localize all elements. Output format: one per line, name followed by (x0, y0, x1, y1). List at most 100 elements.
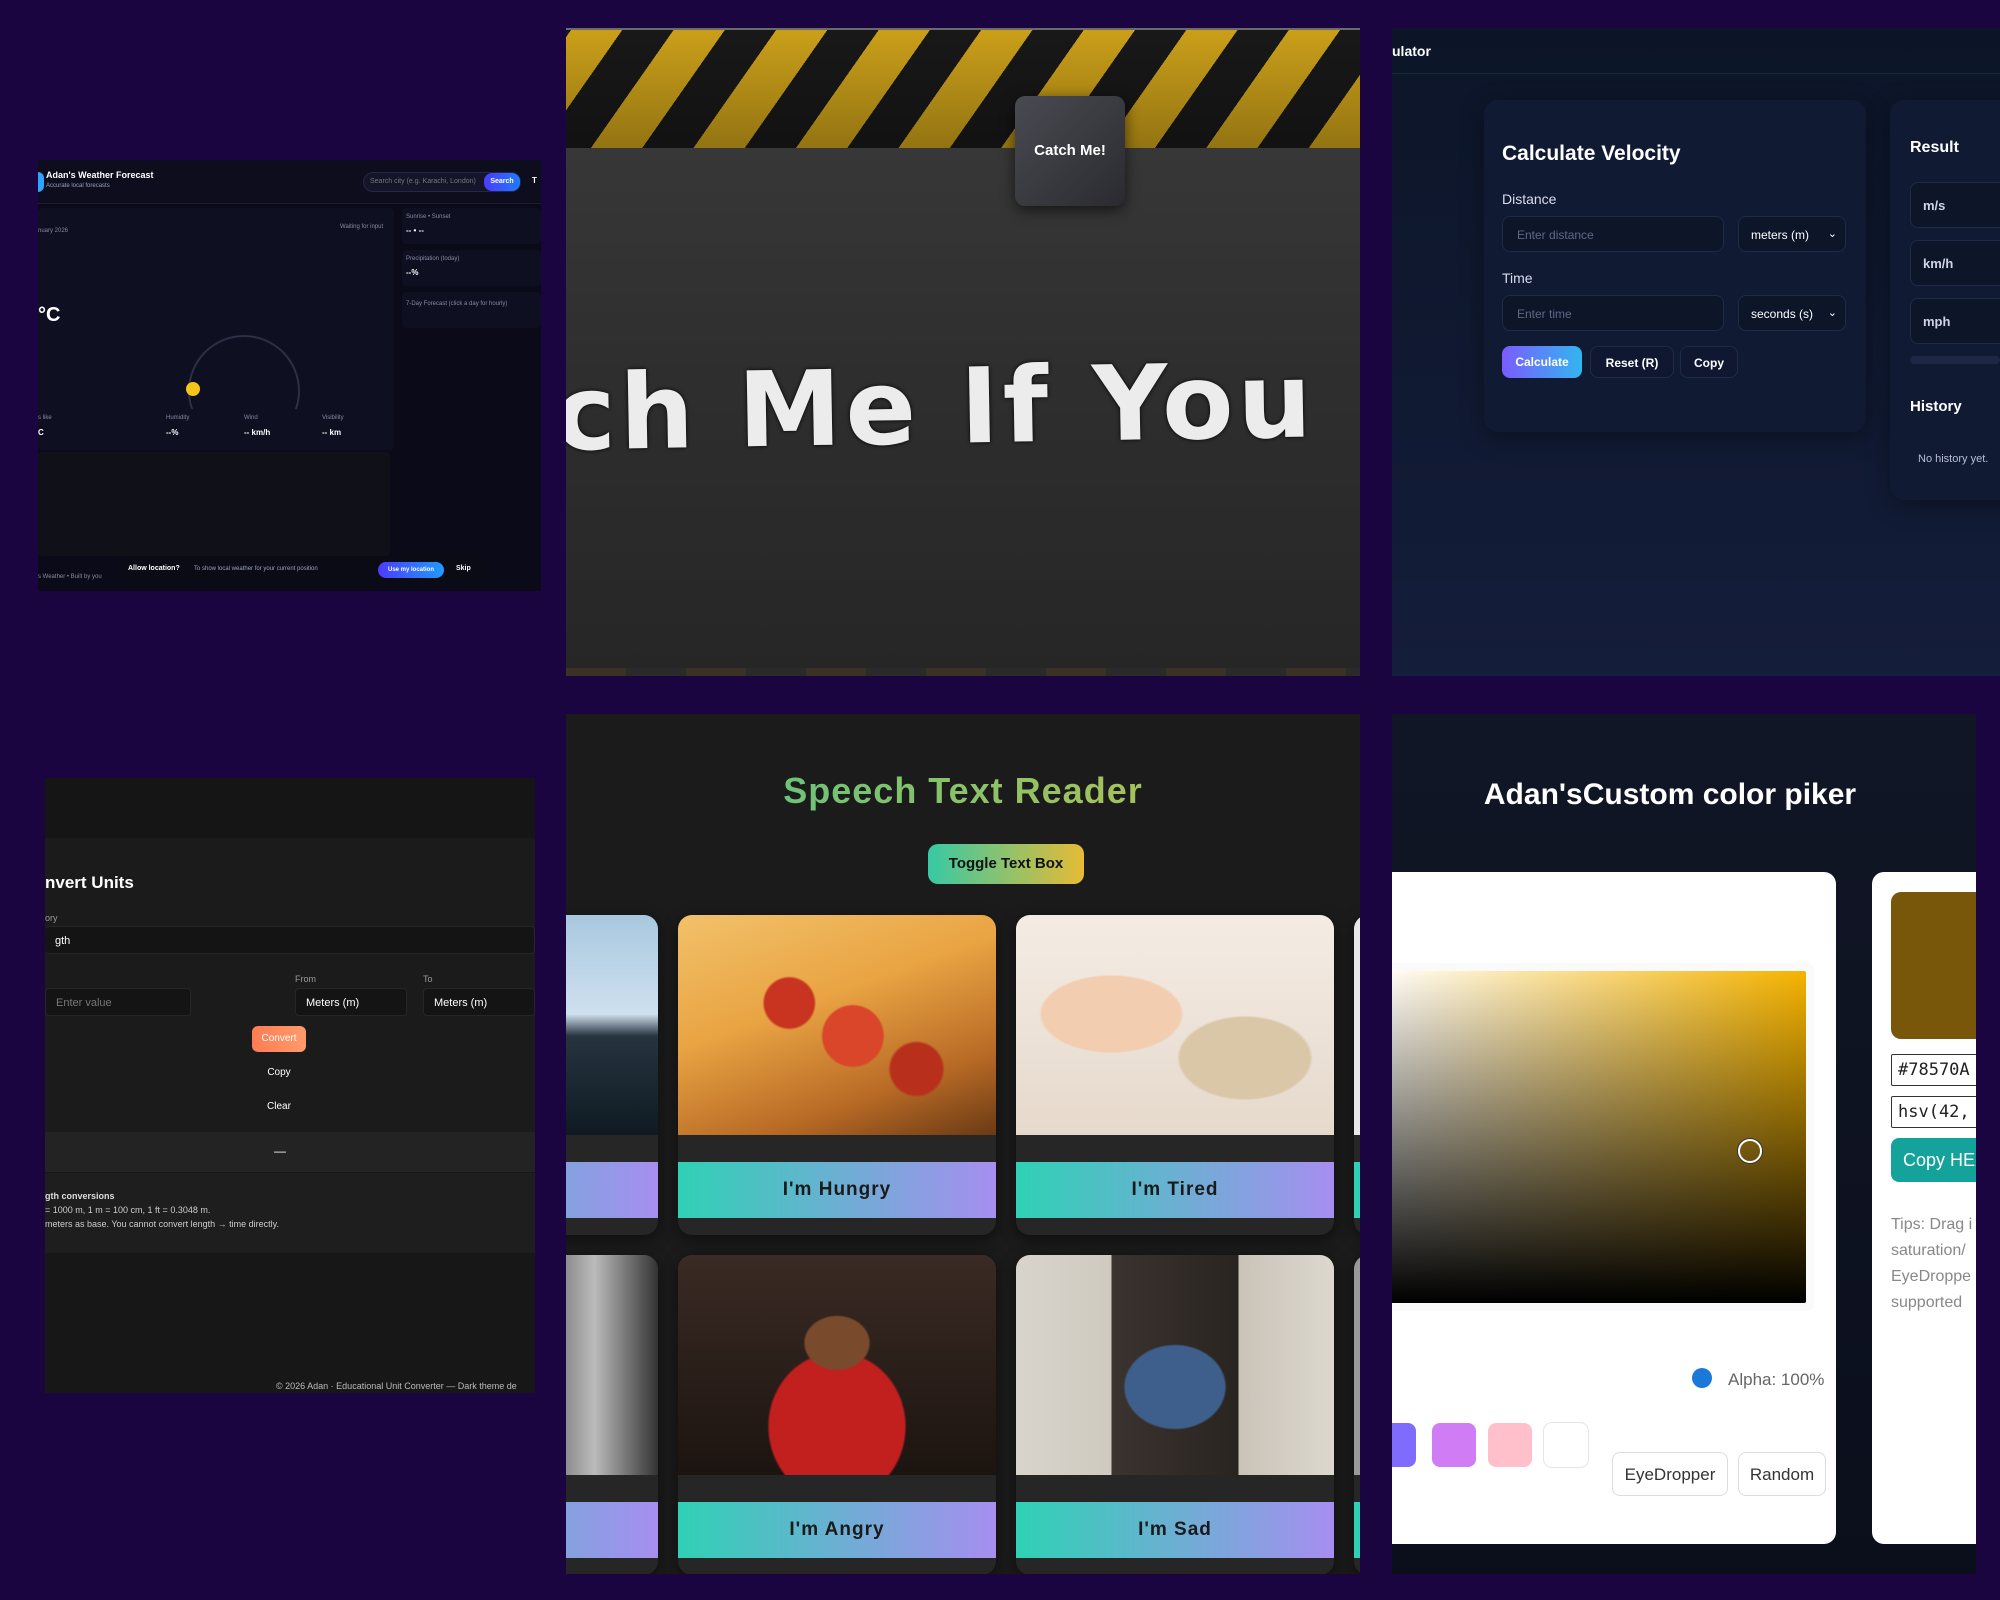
swatch-white[interactable] (1544, 1423, 1588, 1467)
speech-card-tired[interactable]: I'm Tired (1016, 915, 1334, 1235)
sleeping-child-image (1016, 915, 1334, 1135)
result-kmh: km/h (1910, 240, 2000, 286)
category-select[interactable]: gth (45, 926, 535, 954)
card-image (566, 1255, 658, 1475)
hourly-area (38, 452, 390, 556)
forecast-label: 7-Day Forecast (click a day for hourly) (406, 301, 508, 307)
color-picker-panel: Adan'sCustom color piker Alpha: 100% Eye… (1392, 714, 1976, 1574)
weather-header: Adan's Weather Forecast Accurate local f… (38, 160, 541, 204)
card-label: I'm Tired (1016, 1162, 1334, 1218)
bottom-stripe (566, 668, 1360, 676)
use-location-button[interactable]: Use my location (378, 562, 444, 578)
distance-unit-value: meters (m) (1751, 228, 1809, 242)
speech-card-hungry[interactable]: I'm Hungry (678, 915, 996, 1235)
result-mph: mph (1910, 298, 2000, 344)
color-preview (1891, 892, 1976, 1039)
eyedropper-button[interactable]: EyeDropper (1612, 1452, 1728, 1496)
hsv-input[interactable]: hsv(42, 92 (1891, 1096, 1976, 1128)
hex-input[interactable]: #78570A (1891, 1054, 1976, 1086)
forecast-card[interactable]: 7-Day Forecast (click a day for hourly) (402, 292, 541, 328)
time-label: Time (1502, 270, 1533, 286)
converter-footer: © 2026 Adan · Educational Unit Converter… (276, 1381, 517, 1391)
metric-value: C (38, 428, 44, 437)
to-label: To (423, 974, 433, 984)
skip-button[interactable]: Skip (456, 565, 471, 572)
speech-card-sad[interactable]: I'm Sad (1016, 1255, 1334, 1574)
metric-label: Visibility (322, 415, 344, 421)
from-unit-select[interactable]: Meters (m) (295, 988, 407, 1016)
copy-button[interactable]: Copy (1680, 346, 1738, 378)
speech-card-partial-right[interactable] (1354, 915, 1360, 1235)
metric-label: s like (38, 415, 52, 421)
metric-value: --% (166, 428, 179, 437)
time-input[interactable]: Enter time (1502, 295, 1724, 331)
speech-card-partial-right[interactable] (1354, 1255, 1360, 1574)
metric-label: Humidity (166, 415, 190, 421)
sunrise-value: -- • -- (406, 226, 424, 235)
toggle-text-box-button[interactable]: Toggle Text Box (928, 844, 1084, 884)
distance-unit-select[interactable]: meters (m) ⌄ (1738, 216, 1846, 252)
to-unit-value: Meters (m) (434, 997, 488, 1009)
velocity-topbar: ulator (1392, 28, 2000, 74)
metric-humidity: Humidity --% (161, 409, 235, 445)
card-label: I'm Sad (1016, 1502, 1334, 1558)
precip-card: Precipitation (today) --% (402, 250, 541, 286)
result-bar: — (45, 1132, 535, 1172)
speech-reader-panel: Speech Text Reader Toggle Text Box I'm H… (566, 714, 1360, 1574)
notes-line-1: = 1000 m, 1 m = 100 cm, 1 ft = 0.3048 m. (45, 1205, 211, 1215)
saturation-value-area[interactable] (1392, 971, 1806, 1303)
picker-knob[interactable] (1738, 1139, 1762, 1163)
weather-subtitle: Accurate local forecasts (46, 183, 110, 189)
catch-headline: ch Me If You (566, 339, 1317, 475)
value-input[interactable]: Enter value (45, 988, 191, 1016)
time-unit-value: seconds (s) (1751, 307, 1814, 321)
to-unit-select[interactable]: Meters (m) (423, 988, 535, 1016)
header-extra-label[interactable]: T (532, 176, 537, 185)
copy-button[interactable]: Copy (252, 1062, 306, 1084)
random-button[interactable]: Random (1738, 1452, 1826, 1496)
notes-line-2: meters as base. You cannot convert lengt… (45, 1219, 279, 1229)
velocity-calculator-panel: ulator Calculate Velocity Distance Enter… (1392, 28, 2000, 676)
copy-hex-button[interactable]: Copy HEX (1891, 1138, 1976, 1182)
sunrise-label: Sunrise • Sunset (406, 214, 451, 220)
card-label-partial (566, 1162, 658, 1218)
reset-button[interactable]: Reset (R) (1590, 346, 1674, 378)
sun-icon (186, 382, 200, 396)
result-divider (1910, 356, 2000, 364)
temperature-value: °C (38, 304, 61, 326)
catch-me-game-panel: Catch Me! ch Me If You (566, 28, 1360, 676)
speech-card-partial[interactable] (566, 1255, 658, 1574)
metric-value: -- km (322, 428, 342, 437)
swatch-pink[interactable] (1488, 1423, 1532, 1467)
converter-topbar (45, 778, 535, 838)
speech-card-partial[interactable] (566, 915, 658, 1235)
tips-line-2: saturation/ (1891, 1242, 1966, 1259)
weather-app-panel: Adan's Weather Forecast Accurate local f… (38, 160, 541, 591)
convert-button[interactable]: Convert (252, 1026, 306, 1052)
weather-date: nuary 2026 (38, 228, 69, 234)
prompt-text: To show local weather for your current p… (194, 566, 318, 572)
catch-me-button[interactable]: Catch Me! (1015, 96, 1125, 206)
result-value: — (274, 1144, 286, 1158)
history-title: History (1910, 398, 1962, 415)
chevron-down-icon: ⌄ (1827, 228, 1837, 240)
swatch-violet[interactable] (1432, 1423, 1476, 1467)
distance-input[interactable]: Enter distance (1502, 216, 1724, 252)
speech-title: Speech Text Reader (566, 770, 1360, 812)
card-label-partial (1354, 1502, 1360, 1558)
card-label-partial (566, 1502, 658, 1558)
time-unit-select[interactable]: seconds (s) ⌄ (1738, 295, 1846, 331)
search-button[interactable]: Search (484, 173, 520, 191)
alpha-indicator-icon[interactable] (1692, 1368, 1712, 1388)
card-image (1354, 1255, 1360, 1475)
calculate-button[interactable]: Calculate (1502, 346, 1582, 378)
sad-child-image (1016, 1255, 1334, 1475)
clear-button[interactable]: Clear (252, 1096, 306, 1118)
weather-logo-icon (38, 172, 44, 192)
swatch-purple[interactable] (1392, 1423, 1416, 1467)
precip-value: --% (406, 268, 419, 277)
speech-card-angry[interactable]: I'm Angry (678, 1255, 996, 1574)
metric-wind: Wind -- km/h (239, 409, 313, 445)
weather-title: Adan's Weather Forecast (46, 170, 154, 180)
metric-visibility: Visibility -- km (317, 409, 391, 445)
